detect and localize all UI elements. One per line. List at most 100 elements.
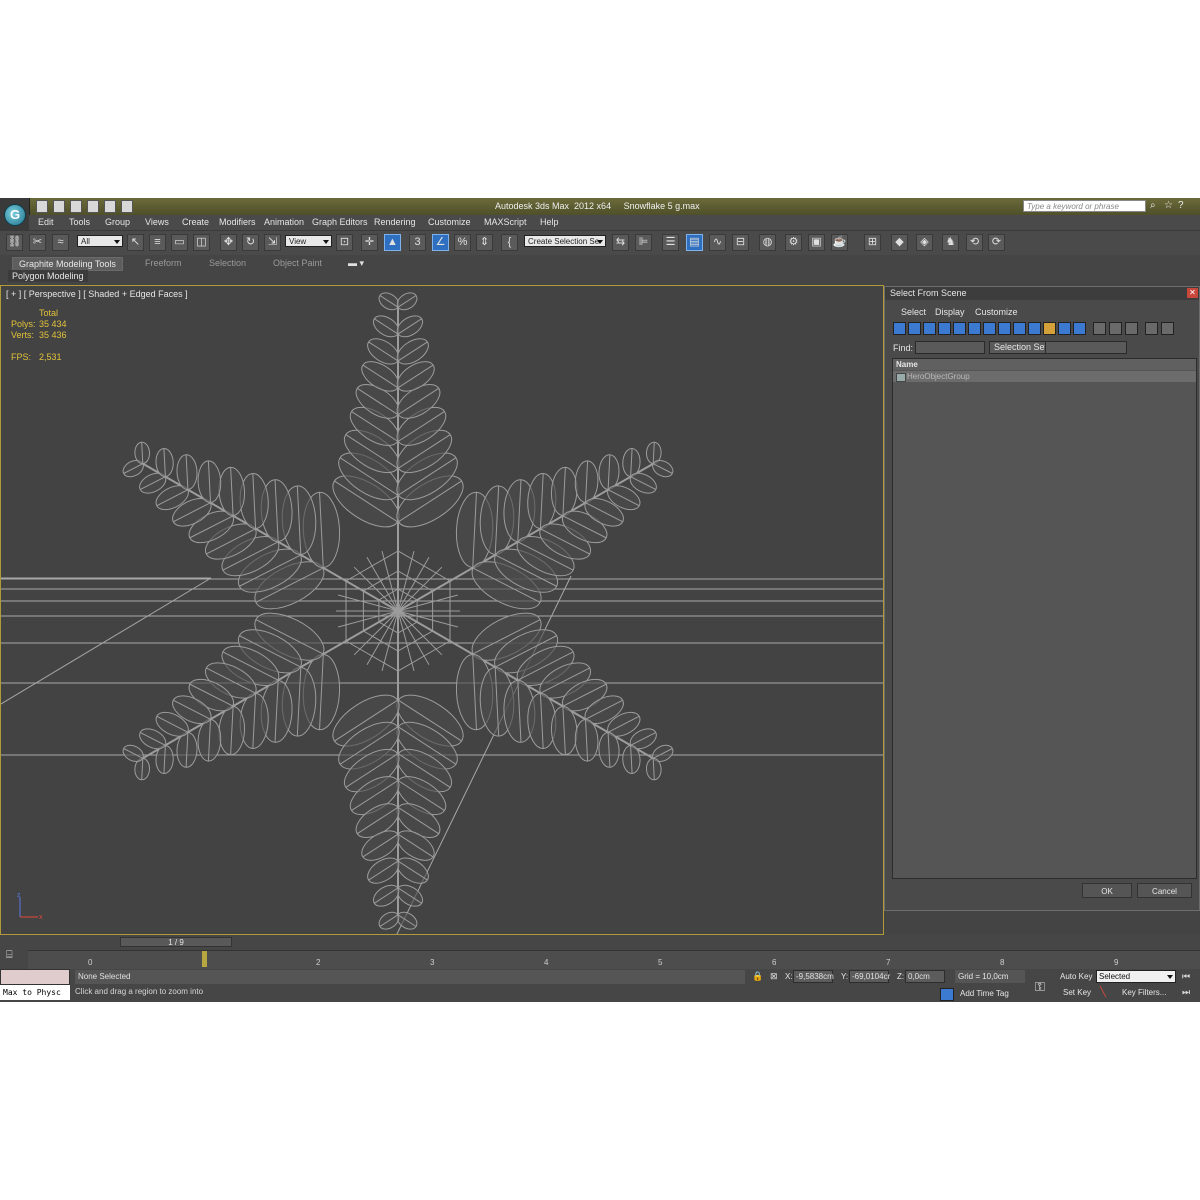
redo-icon[interactable] <box>104 200 116 213</box>
edit-named-selection-icon[interactable]: { <box>501 234 518 251</box>
named-selection-dropdown[interactable]: Create Selection Se <box>524 235 606 247</box>
selection-filter-dropdown[interactable]: All <box>77 235 123 247</box>
display-groups-icon[interactable] <box>983 322 996 335</box>
reactor-icon[interactable]: ◈ <box>916 234 933 251</box>
maxscript-listener-input[interactable]: Max to Physc <box>0 985 70 1000</box>
select-and-link-icon[interactable]: ⛓ <box>6 234 23 251</box>
menu-rendering[interactable]: Rendering <box>374 217 416 227</box>
time-config-icon[interactable]: ⏭ <box>1182 987 1190 998</box>
display-hidden-icon[interactable] <box>1058 322 1071 335</box>
dialog-menu-customize[interactable]: Customize <box>975 307 1018 317</box>
mini-curve-editor-icon[interactable]: ⌸ <box>6 949 22 963</box>
percent-snap-icon[interactable]: % <box>454 234 471 251</box>
cat-icon[interactable]: ♞ <box>942 234 959 251</box>
menu-customize[interactable]: Customize <box>428 217 471 227</box>
container-icon[interactable]: ⊞ <box>864 234 881 251</box>
search-input[interactable]: Type a keyword or phrase <box>1023 200 1146 212</box>
selection-set-dropdown[interactable] <box>1045 341 1127 354</box>
add-time-tag[interactable]: Add Time Tag <box>960 989 1009 998</box>
plugin-icon[interactable]: ⟳ <box>988 234 1005 251</box>
cancel-button[interactable]: Cancel <box>1137 883 1192 898</box>
auto-key-button[interactable]: Auto Key <box>1060 972 1092 981</box>
ribbon-options-icon[interactable]: ▬ ▾ <box>348 257 364 269</box>
undo-icon[interactable] <box>87 200 99 213</box>
display-space-warps-icon[interactable] <box>968 322 981 335</box>
find-input[interactable] <box>915 341 985 354</box>
y-coordinate-field[interactable]: -69,0104cr <box>849 970 890 983</box>
set-key-icon[interactable]: ⚿ <box>1035 979 1045 995</box>
display-cameras-icon[interactable] <box>938 322 951 335</box>
open-file-icon[interactable] <box>53 200 65 213</box>
select-and-manipulate-icon[interactable]: ✛ <box>361 234 378 251</box>
select-object-icon[interactable]: ↖ <box>127 234 144 251</box>
viewport-label[interactable]: [ + ] [ Perspective ] [ Shaded + Edged F… <box>6 289 188 299</box>
project-folder-icon[interactable] <box>121 200 133 213</box>
menu-help[interactable]: Help <box>540 217 559 227</box>
perspective-viewport[interactable]: [ + ] [ Perspective ] [ Shaded + Edged F… <box>0 285 884 935</box>
align-icon[interactable]: ⊫ <box>635 234 652 251</box>
scene-object-list[interactable]: Name HeroObjectGroup <box>892 358 1197 879</box>
display-xrefs-icon[interactable] <box>998 322 1011 335</box>
curve-editor-icon[interactable]: ∿ <box>709 234 726 251</box>
material-editor-icon[interactable]: ◍ <box>759 234 776 251</box>
menu-views[interactable]: Views <box>145 217 169 227</box>
current-frame-marker[interactable] <box>202 951 207 967</box>
maxscript-listener-area[interactable] <box>0 969 70 985</box>
menu-graph-editors[interactable]: Graph Editors <box>312 217 368 227</box>
refresh-icon[interactable]: ⟲ <box>966 234 983 251</box>
display-shapes-icon[interactable] <box>908 322 921 335</box>
ok-button[interactable]: OK <box>1082 883 1132 898</box>
menu-create[interactable]: Create <box>182 217 209 227</box>
time-tag-icon[interactable] <box>940 988 954 1001</box>
menu-tools[interactable]: Tools <box>69 217 90 227</box>
window-crossing-icon[interactable]: ◫ <box>193 234 210 251</box>
bind-to-space-warp-icon[interactable]: ≈ <box>52 234 69 251</box>
rotate-icon[interactable]: ↻ <box>242 234 259 251</box>
dialog-menu-display[interactable]: Display <box>935 307 965 317</box>
graphite-toggle-icon[interactable]: ▤ <box>686 234 703 251</box>
select-by-name-icon[interactable]: ≡ <box>149 234 166 251</box>
spinner-snap-icon[interactable]: ⇕ <box>476 234 493 251</box>
rectangular-selection-icon[interactable]: ▭ <box>171 234 188 251</box>
menu-animation[interactable]: Animation <box>264 217 304 227</box>
set-key-button[interactable]: Set Key <box>1063 988 1091 997</box>
tab-object-paint[interactable]: Object Paint <box>273 257 322 269</box>
display-helpers-icon[interactable] <box>953 322 966 335</box>
key-filters-button[interactable]: Key Filters... <box>1122 988 1166 997</box>
move-icon[interactable]: ✥ <box>220 234 237 251</box>
select-invert-icon[interactable] <box>1125 322 1138 335</box>
filter-icon[interactable] <box>1145 322 1158 335</box>
schematic-view-icon[interactable]: ⊟ <box>732 234 749 251</box>
key-mode-dropdown[interactable]: Selected <box>1096 970 1176 983</box>
reference-coordinate-dropdown[interactable]: View <box>285 235 332 247</box>
scale-icon[interactable]: ⇲ <box>264 234 281 251</box>
display-containers-icon[interactable] <box>1028 322 1041 335</box>
snowflake-mesh[interactable] <box>120 289 675 932</box>
snaps-toggle-icon[interactable]: 3 <box>409 234 426 251</box>
tab-graphite-modeling-tools[interactable]: Graphite Modeling Tools <box>12 257 123 271</box>
unlink-icon[interactable]: ✂ <box>29 234 46 251</box>
go-to-start-icon[interactable]: ⏮ <box>1182 971 1190 982</box>
new-file-icon[interactable] <box>36 200 48 213</box>
application-button[interactable]: G <box>0 198 30 230</box>
rendered-frame-window-icon[interactable]: ▣ <box>808 234 825 251</box>
absolute-mode-icon[interactable]: ⊠ <box>770 971 778 982</box>
help-icon[interactable]: ? <box>1178 200 1188 212</box>
z-coordinate-field[interactable]: 0,0cm <box>905 970 945 983</box>
render-production-icon[interactable]: ☕ <box>831 234 848 251</box>
keyboard-shortcut-override-icon[interactable]: ▲ <box>384 234 401 251</box>
dialog-menu-select[interactable]: Select <box>901 307 926 317</box>
lock-icon[interactable]: 🔒 <box>752 971 763 982</box>
menu-modifiers[interactable]: Modifiers <box>219 217 256 227</box>
column-header-name[interactable]: Name <box>893 359 1196 370</box>
pivot-center-icon[interactable]: ⊡ <box>336 234 353 251</box>
star-icon[interactable]: ☆ <box>1164 200 1174 212</box>
menu-group[interactable]: Group <box>105 217 130 227</box>
x-coordinate-field[interactable]: -9,5838cm <box>793 970 834 983</box>
tab-selection[interactable]: Selection <box>209 257 246 269</box>
display-bones-icon[interactable] <box>1013 322 1026 335</box>
menu-maxscript[interactable]: MAXScript <box>484 217 527 227</box>
cloth-icon[interactable]: ◆ <box>891 234 908 251</box>
time-slider[interactable]: 1 / 9 <box>120 937 232 947</box>
list-item[interactable]: HeroObjectGroup <box>893 371 1196 382</box>
